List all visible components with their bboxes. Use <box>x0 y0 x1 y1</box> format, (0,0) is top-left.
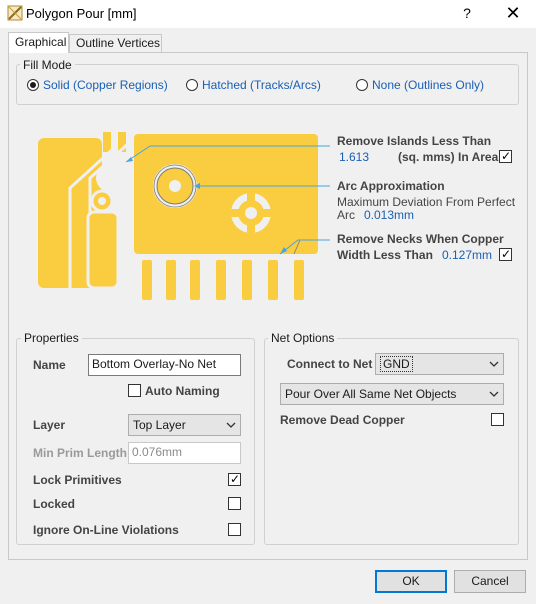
radio-hatched[interactable] <box>186 79 198 91</box>
close-button[interactable]: ✕ <box>498 2 528 24</box>
fill-mode-title: Fill Mode <box>20 58 75 72</box>
connect-to-net-select[interactable]: GND <box>375 353 504 375</box>
auto-naming-label[interactable]: Auto Naming <box>145 384 220 398</box>
remove-islands-label: Remove Islands Less Than <box>337 134 492 148</box>
chevron-down-icon <box>489 361 499 367</box>
radio-solid[interactable] <box>27 79 39 91</box>
arc-approximation-value[interactable]: 0.013mm <box>364 208 414 222</box>
lock-primitives-checkbox[interactable] <box>228 472 241 486</box>
connect-to-net-label: Connect to Net <box>287 357 373 371</box>
lock-primitives-label: Lock Primitives <box>33 473 122 487</box>
chevron-down-icon <box>226 422 236 428</box>
min-prim-length-input[interactable]: 0.076mm <box>128 442 241 464</box>
radio-solid-label[interactable]: Solid (Copper Regions) <box>43 78 168 92</box>
pour-over-value: Pour Over All Same Net Objects <box>285 387 457 401</box>
tab-graphical[interactable]: Graphical <box>8 32 69 53</box>
remove-islands-value[interactable]: 1.613 <box>339 150 369 164</box>
net-options-title: Net Options <box>268 331 338 345</box>
ignore-online-violations-checkbox[interactable] <box>228 523 241 536</box>
pour-over-select[interactable]: Pour Over All Same Net Objects <box>280 383 504 405</box>
arc-approximation-desc-line1: Maximum Deviation From Perfect <box>337 195 516 209</box>
radio-none[interactable] <box>356 79 368 91</box>
min-prim-length-label: Min Prim Length <box>33 446 127 460</box>
arc-approximation-desc-line2: Arc <box>337 208 355 222</box>
name-input[interactable]: Bottom Overlay-No Net <box>88 354 241 376</box>
locked-checkbox[interactable] <box>228 497 241 510</box>
layer-select[interactable]: Top Layer <box>128 414 241 436</box>
radio-hatched-label[interactable]: Hatched (Tracks/Arcs) <box>202 78 321 92</box>
layer-select-value: Top Layer <box>133 418 186 432</box>
auto-naming-checkbox[interactable] <box>128 384 141 397</box>
remove-dead-copper-label: Remove Dead Copper <box>280 413 405 427</box>
layer-label: Layer <box>33 418 66 432</box>
cancel-button[interactable]: Cancel <box>454 570 526 593</box>
remove-islands-checkbox[interactable] <box>499 149 512 163</box>
remove-necks-label-line2: Width Less Than <box>337 248 433 262</box>
remove-dead-copper-checkbox[interactable] <box>491 413 504 426</box>
polygon-pour-illustration <box>38 132 330 300</box>
help-button[interactable]: ? <box>452 2 482 24</box>
properties-title: Properties <box>21 331 82 345</box>
radio-none-label[interactable]: None (Outlines Only) <box>372 78 484 92</box>
polygon-pour-app-icon <box>7 5 23 21</box>
chevron-down-icon <box>489 391 499 397</box>
remove-islands-unit-label: (sq. mms) In Area <box>398 150 499 164</box>
name-label: Name <box>33 358 66 372</box>
locked-label: Locked <box>33 497 76 511</box>
connect-to-net-value: GND <box>380 356 413 372</box>
ignore-online-violations-label: Ignore On-Line Violations <box>33 523 179 537</box>
remove-necks-checkbox[interactable] <box>499 247 512 261</box>
ok-button[interactable]: OK <box>375 570 447 593</box>
tab-outline-vertices[interactable]: Outline Vertices <box>69 34 162 52</box>
remove-necks-label-line1: Remove Necks When Copper <box>337 232 504 246</box>
arc-approximation-label: Arc Approximation <box>337 179 445 193</box>
remove-necks-value[interactable]: 0.127mm <box>442 248 492 262</box>
window-title: Polygon Pour [mm] <box>26 6 137 21</box>
